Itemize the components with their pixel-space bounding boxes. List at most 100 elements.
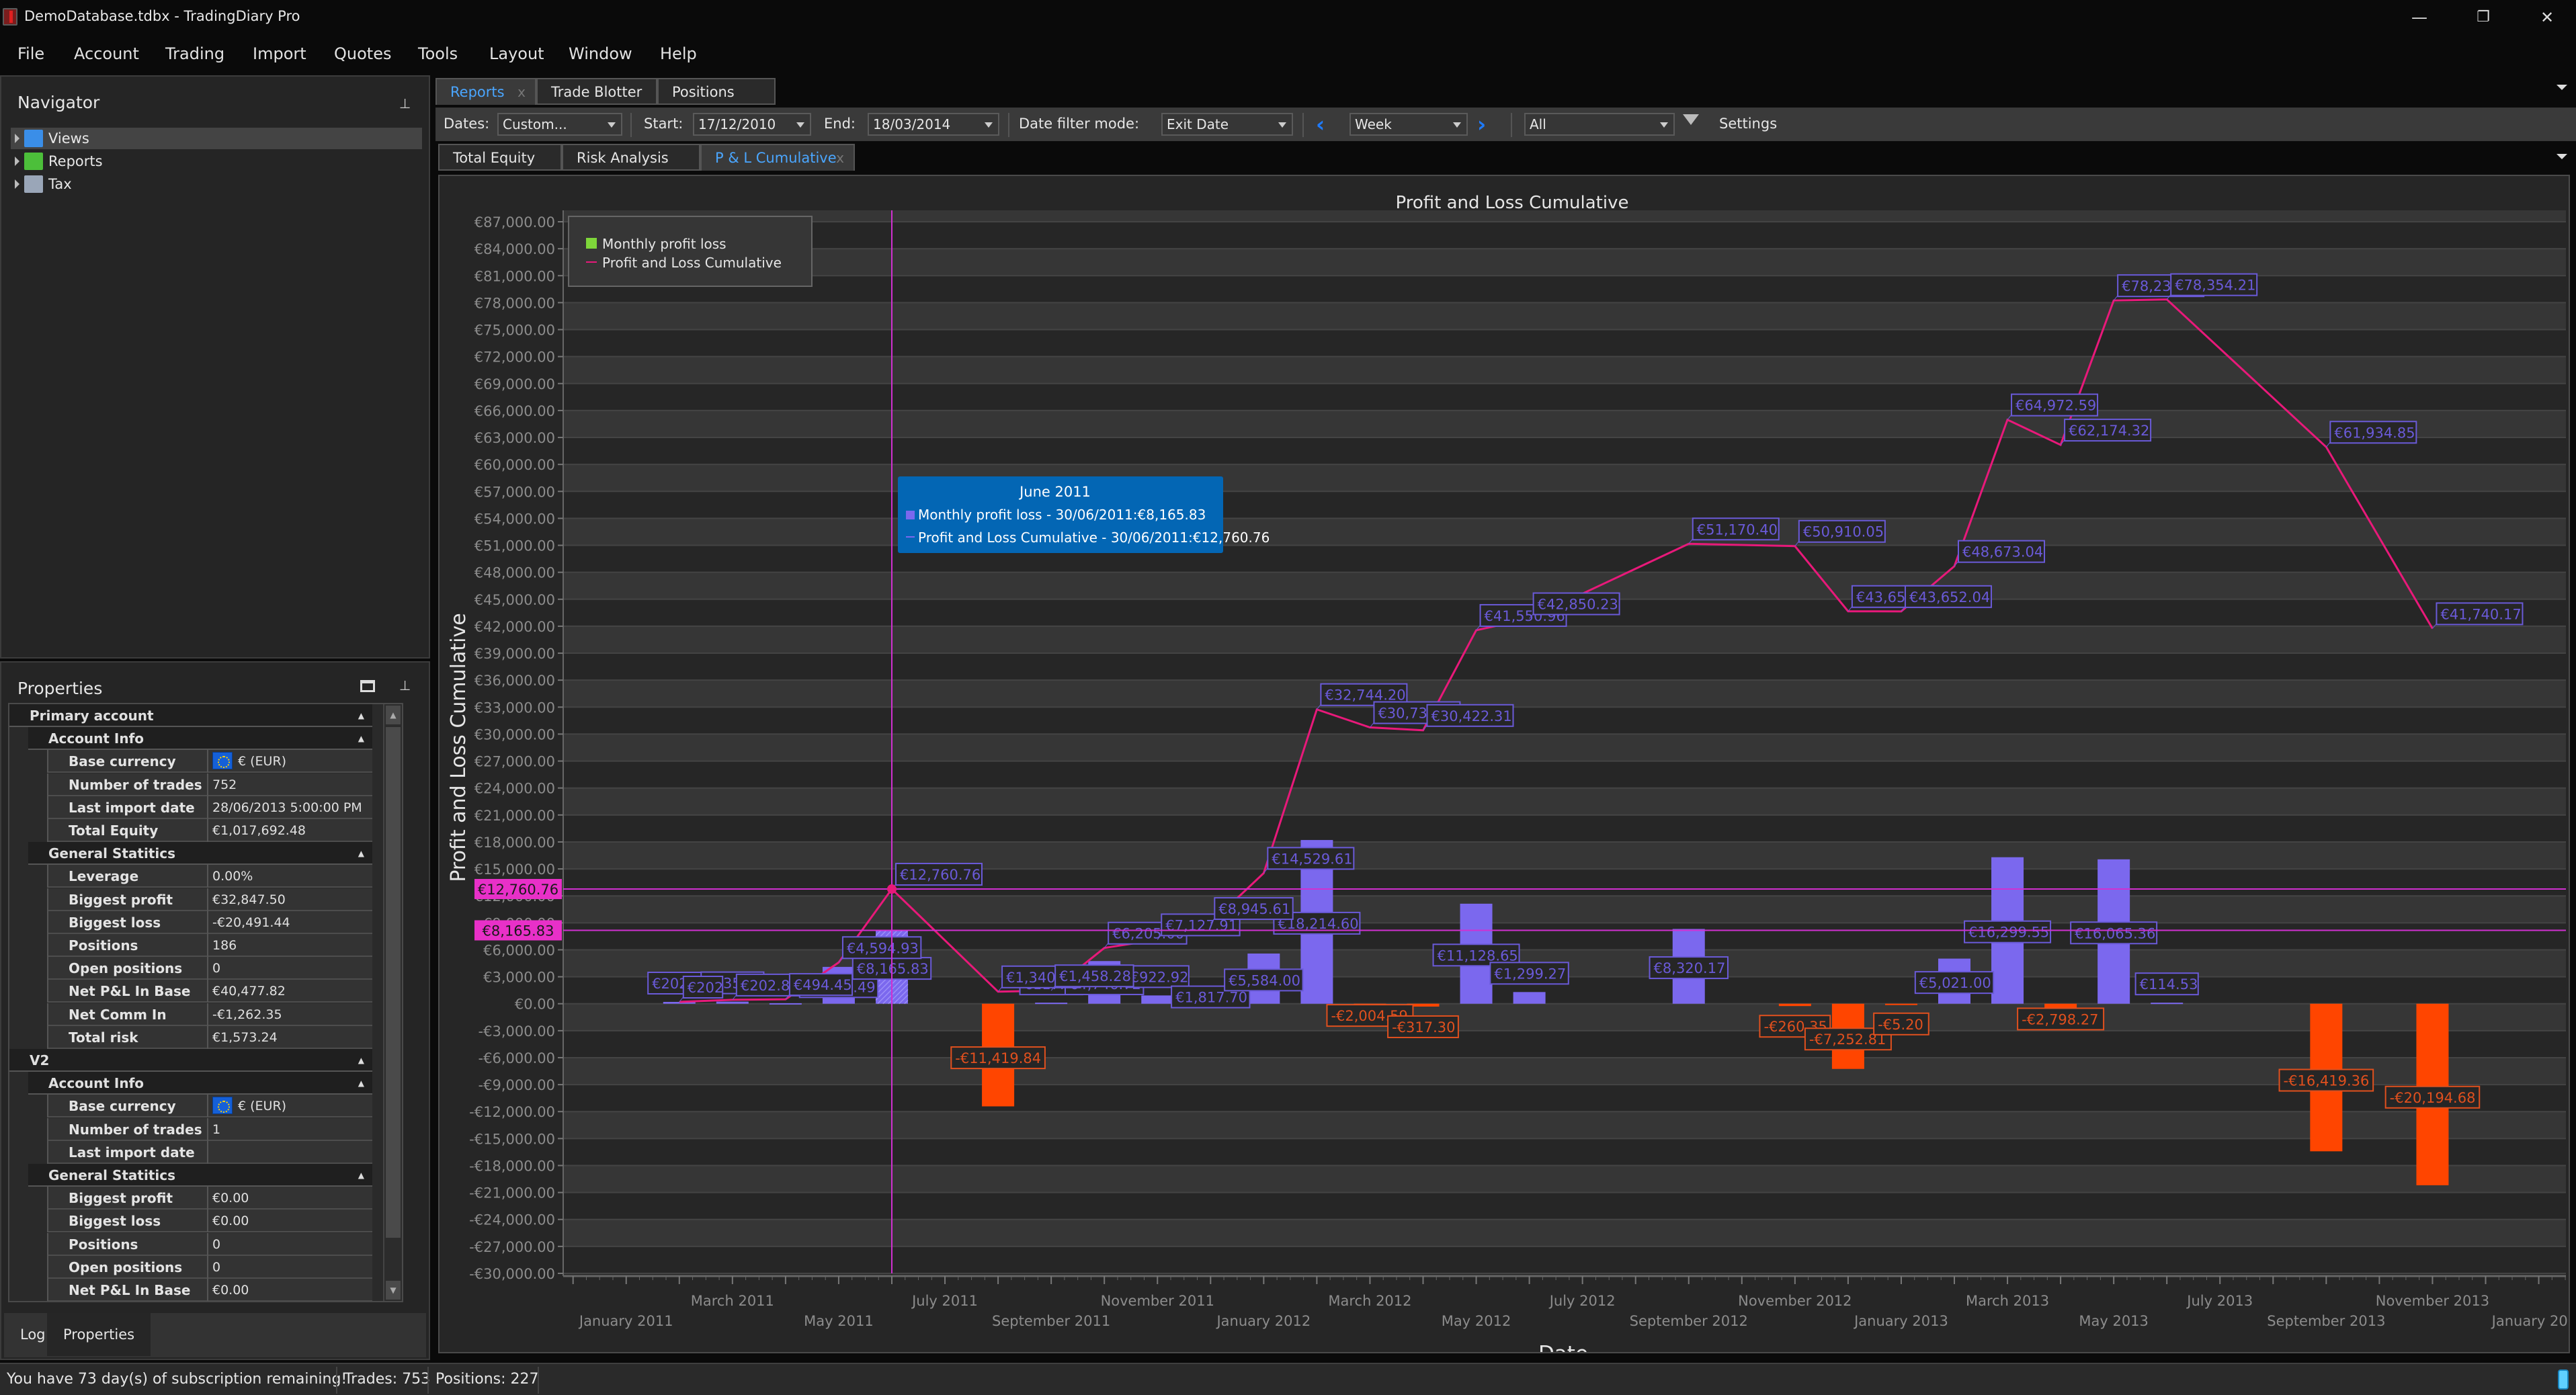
expand-arrow-icon[interactable] [15,134,19,143]
close-tab-icon[interactable]: x [836,145,844,171]
settings-button[interactable]: Settings [1719,116,1777,132]
collapse-icon[interactable]: ▲ [358,704,364,727]
property-category[interactable]: General Statitics ▲ [28,842,372,865]
menu-layout[interactable]: Layout [489,44,544,63]
property-row[interactable]: Leverage 0.00% [47,865,372,888]
menu-tools[interactable]: Tools [418,44,458,63]
grid-band [563,437,2566,465]
minimize-button[interactable]: — [2393,5,2446,30]
bar[interactable] [2151,1003,2184,1005]
tab-list-dropdown-icon[interactable] [2557,85,2567,90]
previous-period-button[interactable]: ‹ [1316,112,1325,137]
menu-quotes[interactable]: Quotes [334,44,391,63]
start-date-picker[interactable]: 17/12/2010 [693,113,811,136]
property-row[interactable]: Last import date 28/06/2013 5:00:00 PM [47,796,372,819]
expand-arrow-icon[interactable] [15,157,19,166]
scroll-down-icon[interactable]: ▼ [386,1281,401,1300]
tab-trade-blotter[interactable]: Trade Blotter [536,78,657,105]
property-category[interactable]: Account Info ▲ [28,727,372,751]
pin-icon[interactable]: ⊥ [399,95,411,112]
collapse-icon[interactable]: ▲ [358,727,364,750]
property-row[interactable]: Biggest profit €0.00 [47,1187,372,1210]
menu-import[interactable]: Import [253,44,306,63]
expand-arrow-icon[interactable] [15,179,19,189]
filter-icon[interactable] [1683,114,1699,125]
property-row[interactable]: Positions 0 [47,1232,372,1256]
property-row[interactable]: Number of trades 752 [47,773,372,796]
property-row[interactable]: Net P&L In Base €40,477.82 [47,980,372,1003]
property-value: €32,847.50 [208,888,372,911]
dates-select[interactable]: Custom... [497,113,622,136]
property-row[interactable]: Total risk €1,573.24 [47,1025,372,1049]
bar[interactable] [1141,995,1174,1004]
property-row[interactable]: Open positions 0 [47,957,372,980]
property-row[interactable]: Biggest loss -€20,491.44 [47,911,372,934]
tab-total-equity[interactable]: Total Equity [438,144,562,171]
collapse-icon[interactable]: ▲ [358,1072,364,1095]
property-name: Biggest loss [47,911,208,934]
properties-scrollbar[interactable]: ▲ ▼ [383,704,402,1301]
property-row[interactable]: Net P&L In Base €0.00 [47,1279,372,1301]
tab-risk-analysis[interactable]: Risk Analysis [562,144,700,171]
y-tick-label: €78,000.00 [474,295,555,311]
scrollbar-thumb[interactable] [386,727,401,1238]
property-row[interactable]: Base currency € (EUR) [47,1095,372,1118]
pin-icon[interactable]: ⊥ [399,677,411,693]
bar[interactable] [1778,1003,1811,1007]
menu-file[interactable]: File [17,44,44,63]
pnl-cumulative-chart[interactable]: Profit and Loss Cumulative -€30,000.00 -€2… [440,176,2576,1366]
collapse-icon[interactable]: ▲ [358,1049,364,1072]
menu-trading[interactable]: Trading [165,44,224,63]
restore-button[interactable]: ❐ [2456,5,2510,30]
period-select[interactable]: Week [1349,113,1468,136]
line-value-label: €61,934.85 [2334,425,2415,441]
property-row[interactable]: Biggest profit €32,847.50 [47,888,372,911]
property-category[interactable]: V2 ▲ [9,1049,372,1072]
property-row[interactable]: Biggest loss €0.00 [47,1210,372,1233]
property-row[interactable]: Total Equity €1,017,692.48 [47,819,372,842]
bar[interactable] [769,1003,802,1005]
notification-icon[interactable] [2558,1369,2569,1390]
tab-reports[interactable]: Reports x [435,78,536,105]
bar[interactable] [1035,1003,1068,1005]
scroll-up-icon[interactable]: ▲ [386,706,401,724]
end-date-picker[interactable]: 18/03/2014 [868,113,999,136]
menu-window[interactable]: Window [569,44,632,63]
date-filter-mode-select[interactable]: Exit Date [1161,113,1293,136]
tab-positions[interactable]: Positions [657,78,776,105]
account-select[interactable]: All [1524,113,1675,136]
next-period-button[interactable]: › [1477,112,1486,137]
property-category[interactable]: Primary account ▲ [9,704,372,727]
tree-item-reports[interactable]: Reports [11,151,422,172]
property-value: €1,017,692.48 [208,819,372,842]
tree-item-tax[interactable]: Tax [11,173,422,195]
property-row[interactable]: Base currency € (EUR) [47,750,372,773]
grid-band [563,869,2566,896]
tree-item-views[interactable]: Views [11,128,422,149]
close-button[interactable]: ✕ [2520,5,2574,30]
navigator-panel: Navigator ⊥ Views Reports Tax [0,75,430,659]
property-row[interactable]: Last import date [47,1140,372,1164]
bar[interactable] [1884,1003,1917,1005]
bottom-tab-properties[interactable]: Properties [47,1313,151,1356]
property-row[interactable]: Number of trades 1 [47,1117,372,1141]
menu-help[interactable]: Help [660,44,697,63]
collapse-icon[interactable]: ▲ [358,1164,364,1187]
bar[interactable] [1513,992,1546,1004]
property-category[interactable]: Account Info ▲ [28,1072,372,1095]
menu-account[interactable]: Account [74,44,139,63]
bar-value-label: €1,299.27 [1494,966,1566,982]
property-row[interactable]: Positions 186 [47,934,372,957]
grid-band [563,761,2566,788]
report-tab-list-dropdown-icon[interactable] [2557,154,2567,159]
property-row[interactable]: Net Comm In Base -€1,262.35 [47,1003,372,1046]
bar[interactable] [716,1001,749,1004]
line-value-label: €12,760.76 [900,867,981,883]
close-tab-icon[interactable]: x [517,79,526,105]
maximize-icon[interactable] [360,680,375,692]
crosshair-point [887,884,897,894]
property-row[interactable]: Open positions 0 [47,1255,372,1279]
collapse-icon[interactable]: ▲ [358,842,364,865]
property-category[interactable]: General Statitics ▲ [28,1164,372,1187]
tab-p-l-cumulative[interactable]: P & L Cumulative x [700,144,855,171]
